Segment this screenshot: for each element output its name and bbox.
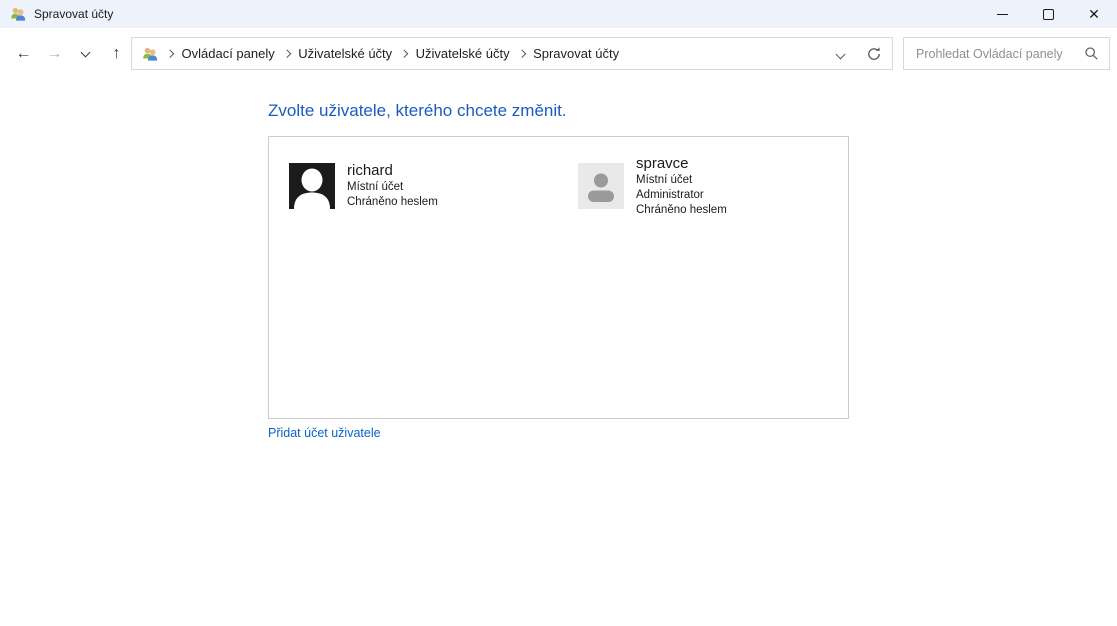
maximize-icon bbox=[1043, 9, 1054, 20]
close-button[interactable]: ✕ bbox=[1071, 0, 1117, 28]
person-silhouette-icon bbox=[578, 163, 624, 209]
forward-button[interactable]: → bbox=[39, 39, 70, 69]
up-button[interactable]: ↑ bbox=[101, 39, 132, 69]
user-info: richard Místní účet Chráněno heslem bbox=[347, 161, 438, 210]
user-tile-richard[interactable]: richard Místní účet Chráněno heslem bbox=[289, 161, 438, 210]
chevron-right-icon bbox=[283, 50, 291, 58]
user-info: spravce Místní účet Administrator Chráně… bbox=[636, 154, 727, 218]
user-avatar bbox=[289, 163, 335, 209]
users-panel: richard Místní účet Chráněno heslem spra… bbox=[268, 136, 849, 419]
add-user-account-link[interactable]: Přidat účet uživatele bbox=[268, 426, 381, 440]
control-panel-window: Spravovat účty ✕ ← → ↑ Ovládací panely U… bbox=[0, 0, 1117, 626]
user-admin-status: Administrator bbox=[636, 188, 727, 203]
search-input[interactable] bbox=[914, 46, 1084, 62]
breadcrumb-item-manage-accounts[interactable]: Spravovat účty bbox=[533, 46, 619, 61]
toolbar: ← → ↑ Ovládací panely Uživatelské účty U… bbox=[0, 28, 1117, 80]
breadcrumb-item-user-accounts-2[interactable]: Uživatelské účty bbox=[416, 46, 510, 61]
chevron-right-icon bbox=[517, 50, 525, 58]
minimize-icon bbox=[997, 14, 1008, 15]
titlebar: Spravovat účty ✕ bbox=[0, 0, 1117, 28]
minimize-button[interactable] bbox=[979, 0, 1025, 28]
page-title: Zvolte uživatele, kterého chcete změnit. bbox=[268, 101, 567, 121]
chevron-down-icon bbox=[81, 48, 91, 58]
user-accounts-icon bbox=[10, 6, 26, 22]
search-icon[interactable] bbox=[1084, 46, 1099, 61]
close-icon: ✕ bbox=[1088, 7, 1100, 21]
search-box bbox=[903, 37, 1110, 70]
breadcrumb[interactable]: Ovládací panely Uživatelské účty Uživate… bbox=[131, 37, 893, 70]
recent-locations-button[interactable] bbox=[70, 39, 101, 69]
user-password-status: Chráněno heslem bbox=[347, 195, 438, 210]
maximize-button[interactable] bbox=[1025, 0, 1071, 28]
refresh-button[interactable] bbox=[866, 46, 882, 62]
breadcrumb-item-user-accounts-1[interactable]: Uživatelské účty bbox=[298, 46, 392, 61]
chevron-right-icon bbox=[400, 50, 408, 58]
user-account-type: Místní účet bbox=[347, 180, 438, 195]
refresh-icon bbox=[866, 46, 882, 62]
breadcrumb-item-control-panel[interactable]: Ovládací panely bbox=[182, 46, 275, 61]
navigation-buttons: ← → ↑ bbox=[8, 28, 132, 80]
person-silhouette-icon bbox=[289, 163, 335, 209]
window-controls: ✕ bbox=[979, 0, 1117, 28]
user-password-status: Chráněno heslem bbox=[636, 203, 727, 218]
user-name: richard bbox=[347, 161, 438, 180]
user-accounts-icon bbox=[142, 46, 158, 62]
chevron-right-icon bbox=[166, 50, 174, 58]
chevron-down-icon bbox=[836, 49, 846, 59]
user-tile-spravce[interactable]: spravce Místní účet Administrator Chráně… bbox=[578, 154, 727, 218]
back-button[interactable]: ← bbox=[8, 39, 39, 69]
user-avatar bbox=[578, 163, 624, 209]
user-account-type: Místní účet bbox=[636, 173, 727, 188]
window-title: Spravovat účty bbox=[34, 7, 113, 21]
address-dropdown-button[interactable] bbox=[837, 45, 844, 63]
user-name: spravce bbox=[636, 154, 727, 173]
